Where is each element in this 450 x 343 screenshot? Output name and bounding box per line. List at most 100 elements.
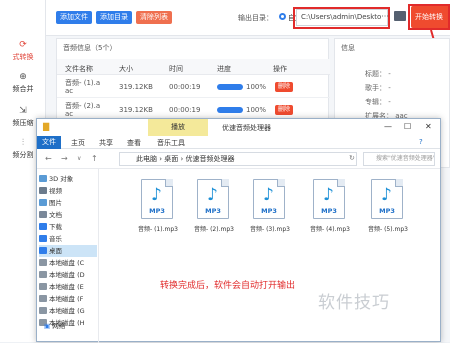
info-album-field: 专辑： -: [365, 98, 391, 106]
tree-item-drive-c[interactable]: 本地磁盘 (C: [39, 257, 84, 269]
minimize-icon[interactable]: —: [384, 122, 392, 131]
time-cell: 00:00:19: [169, 83, 201, 91]
tree-item-label: 网络: [52, 322, 66, 330]
drive-icon: [39, 283, 47, 290]
tab-share[interactable]: 共享: [99, 138, 113, 148]
close-icon[interactable]: ✕: [425, 122, 432, 131]
drive-icon: [39, 307, 47, 314]
tree-item-drive-f[interactable]: 本地磁盘 (F: [39, 293, 83, 305]
custom-radio[interactable]: [279, 13, 286, 20]
file-name: 音频- (4).mp3: [310, 226, 350, 233]
compress-icon: ⇲: [19, 106, 27, 116]
maximize-icon[interactable]: ☐: [404, 122, 411, 131]
music-icon: [39, 235, 47, 242]
breadcrumb-item[interactable]: 此电脑: [136, 155, 157, 163]
file-name: 音频- (1).mp3: [138, 226, 178, 233]
tree-item-label: 本地磁盘 (C: [49, 259, 85, 267]
delete-button[interactable]: 删除: [275, 105, 293, 115]
address-bar[interactable]: 此电脑 › 桌面 › 优速音频处理器: [119, 152, 357, 166]
tree-item-drive-e[interactable]: 本地磁盘 (E: [39, 281, 84, 293]
tree-item-drive-g[interactable]: 本地磁盘 (G: [39, 305, 85, 317]
sidebar-item-label: 频分割: [12, 151, 34, 159]
sidebar-item-label: 频合并: [12, 85, 34, 93]
delete-button[interactable]: 删除: [275, 82, 293, 92]
picture-icon: [39, 199, 47, 206]
sidebar-item-audio-merge[interactable]: ⊕ 频合并: [0, 72, 46, 102]
window-title: 优速音频处理器: [222, 124, 271, 132]
info-artist-field: 歌手： -: [365, 84, 391, 92]
tab-music-tools[interactable]: 音乐工具: [157, 138, 185, 148]
recent-chevron-icon[interactable]: ∨: [77, 155, 81, 162]
tree-item-label: 本地磁盘 (F: [49, 295, 84, 303]
tree-item-label: 下载: [49, 223, 62, 231]
tree-item-network[interactable]: ▣ 网络: [44, 320, 65, 330]
add-folder-button[interactable]: 添加目录: [96, 11, 132, 24]
tree-item-label: 3D 对象: [49, 175, 74, 183]
table-row[interactable]: 音频- (1).a ac 319.12KB 00:00:19 100% 删除: [57, 76, 330, 98]
table-header: 文件名称 大小 时间 进度 操作: [57, 59, 330, 75]
network-icon: ▣: [44, 322, 53, 330]
size-cell: 319.12KB: [119, 106, 153, 114]
watermark: 软件技巧: [318, 293, 390, 313]
mp3-file-icon: ♪ MP3: [371, 179, 403, 219]
video-icon: [39, 187, 47, 194]
open-folder-icon[interactable]: [394, 11, 406, 21]
tree-item-desktop[interactable]: 桌面: [39, 245, 97, 257]
app-window: ⟳ 式转换 ⊕ 频合并 ⇲ 频压缩 ⫶ 频分割 添加文件 添加目录 清除列表 输…: [0, 0, 450, 343]
file-name: 音频- (2).mp3: [194, 226, 234, 233]
file-tile[interactable]: ♪ MP3 音频- (5).mp3: [359, 179, 411, 245]
tree-item-label: 视频: [49, 187, 62, 195]
tree-item-label: 桌面: [49, 247, 62, 255]
column-header: 大小: [119, 65, 133, 73]
download-icon: [39, 223, 47, 230]
refresh-icon[interactable]: ↻: [349, 154, 355, 162]
tree-item-drive-d[interactable]: 本地磁盘 (D: [39, 269, 85, 281]
drive-icon: [39, 271, 47, 278]
file-tile[interactable]: ♪ MP3 音频- (4).mp3: [301, 179, 353, 245]
clear-list-button[interactable]: 清除列表: [136, 11, 172, 24]
file-type-label: MP3: [321, 207, 337, 215]
column-header: 时间: [169, 65, 183, 73]
mp3-file-icon: ♪ MP3: [141, 179, 173, 219]
tab-view[interactable]: 查看: [127, 138, 141, 148]
desktop-icon: [39, 247, 47, 254]
file-type-label: MP3: [205, 207, 221, 215]
back-icon[interactable]: ←: [45, 154, 52, 163]
help-icon[interactable]: ?: [419, 138, 423, 146]
up-icon[interactable]: ↑: [91, 154, 98, 163]
tab-play-tools[interactable]: 播放: [148, 119, 208, 136]
tree-item-music[interactable]: 音乐: [39, 233, 62, 245]
tree-item-videos[interactable]: 视频: [39, 185, 62, 197]
breadcrumb-item[interactable]: 优速音频处理器: [186, 155, 235, 163]
file-name: 音频- (5).mp3: [368, 226, 408, 233]
search-input[interactable]: 搜索"优速音频处理器": [363, 152, 435, 166]
breadcrumb-item[interactable]: 桌面: [164, 155, 178, 163]
tree-item-downloads[interactable]: 下载: [39, 221, 62, 233]
output-dir-label: 输出目录：: [238, 14, 273, 22]
tree-item-documents[interactable]: 文档: [39, 209, 62, 221]
file-type-label: MP3: [149, 207, 165, 215]
tree-item-label: 本地磁盘 (G: [49, 307, 85, 315]
file-name-cell: 音频- (1).a ac: [65, 79, 101, 95]
address-row: ← → ∨ ↑ 此电脑 › 桌面 › 优速音频处理器 ↻ 搜索"优速音频处理器": [37, 149, 440, 169]
tree-item-pictures[interactable]: 图片: [39, 197, 62, 209]
tree-item-label: 音乐: [49, 235, 62, 243]
mp3-file-icon: ♪ MP3: [313, 179, 345, 219]
info-title-field: 标题： -: [365, 70, 391, 78]
file-type-label: MP3: [379, 207, 395, 215]
folder-icon: ▇: [43, 122, 50, 131]
add-file-button[interactable]: 添加文件: [56, 11, 92, 24]
file-tile[interactable]: ♪ MP3 音频- (2).mp3: [185, 179, 237, 245]
mp3-file-icon: ♪ MP3: [253, 179, 285, 219]
file-tile[interactable]: ♪ MP3 音频- (1).mp3: [129, 179, 181, 245]
forward-icon[interactable]: →: [61, 154, 68, 163]
tree-item-label: 图片: [49, 199, 62, 207]
tree-item-3d-objects[interactable]: 3D 对象: [39, 173, 73, 185]
sidebar-item-format-convert[interactable]: ⟳ 式转换: [0, 40, 46, 70]
file-tile[interactable]: ♪ MP3 音频- (3).mp3: [241, 179, 293, 245]
tab-home[interactable]: 主页: [71, 138, 85, 148]
tab-file[interactable]: 文件: [37, 136, 61, 149]
progress-bar: [217, 107, 243, 113]
navigation-tree: 3D 对象 视频 图片 文档 下载 音乐 桌面 本地磁盘 (C 本地磁盘 (D …: [37, 169, 99, 343]
cube-icon: [39, 175, 47, 182]
